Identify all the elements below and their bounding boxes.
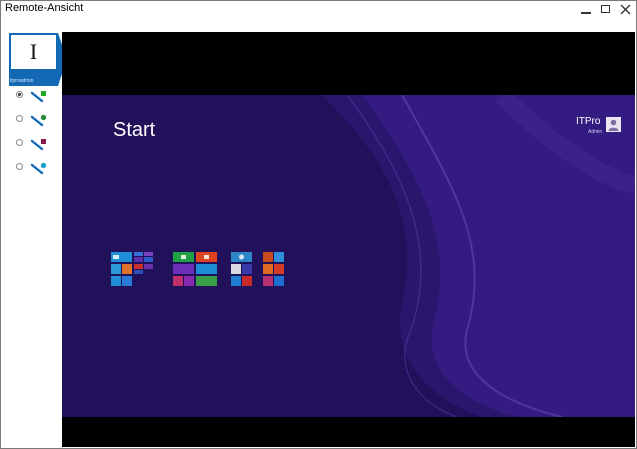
network-plug-icon bbox=[30, 114, 47, 127]
connection-radio[interactable] bbox=[16, 91, 23, 98]
close-button[interactable] bbox=[616, 1, 634, 17]
user-tile-label: itproadmin bbox=[10, 78, 34, 84]
account-name: ITPro bbox=[576, 116, 601, 127]
minimize-button[interactable] bbox=[577, 1, 595, 17]
connection-radio[interactable] bbox=[16, 139, 23, 146]
maximize-icon bbox=[600, 5, 610, 13]
connection-radio[interactable] bbox=[16, 115, 23, 122]
account-role: Admin bbox=[588, 129, 603, 135]
minimize-icon bbox=[581, 12, 591, 14]
maximize-button[interactable] bbox=[596, 1, 614, 17]
tile-group-4[interactable] bbox=[263, 252, 303, 292]
start-user-account[interactable]: ITPro Admin bbox=[576, 115, 626, 139]
connection-item-2[interactable] bbox=[16, 113, 56, 127]
user-avatar-icon bbox=[606, 117, 621, 132]
connection-item-3[interactable] bbox=[16, 137, 56, 151]
title-bar: Remote-Ansicht bbox=[1, 1, 636, 17]
network-plug-icon bbox=[30, 91, 46, 103]
user-tile[interactable]: I itproadmin bbox=[9, 33, 58, 86]
tile-group-1[interactable] bbox=[111, 252, 161, 292]
connection-radio[interactable] bbox=[16, 163, 23, 170]
user-initial: I bbox=[11, 35, 56, 69]
remote-start-screen[interactable]: Start ITPro Admin bbox=[62, 95, 635, 417]
connection-item-4[interactable] bbox=[16, 161, 56, 175]
tile-group-2[interactable] bbox=[173, 252, 223, 292]
start-title: Start bbox=[113, 119, 156, 141]
window-title: Remote-Ansicht bbox=[5, 2, 84, 14]
network-plug-icon bbox=[30, 139, 46, 151]
connection-item-1[interactable] bbox=[16, 89, 56, 103]
close-icon bbox=[620, 4, 630, 14]
network-plug-icon bbox=[30, 162, 47, 175]
start-tile-groups bbox=[111, 252, 301, 292]
